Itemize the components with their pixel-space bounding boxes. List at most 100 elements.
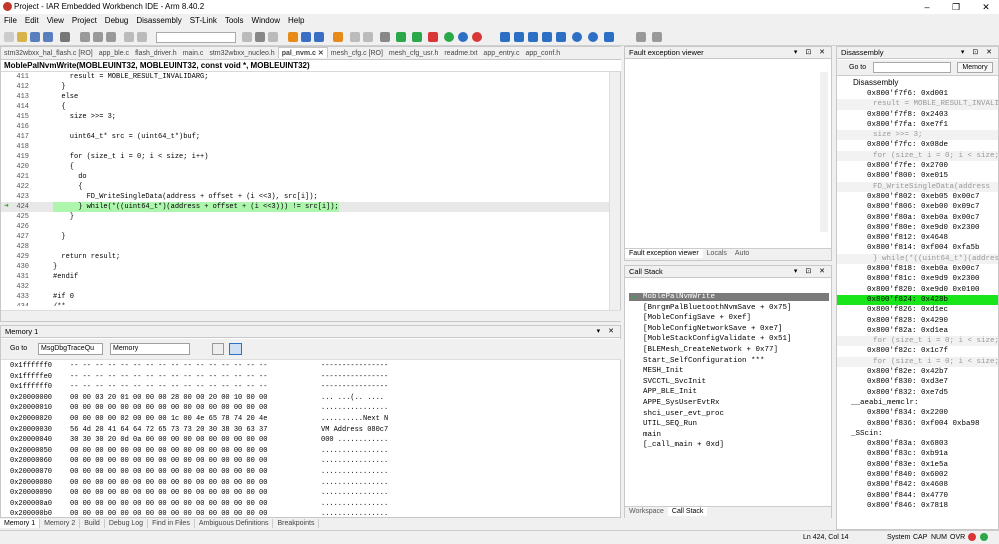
menu-project[interactable]: Project xyxy=(68,14,101,25)
download-debug-icon[interactable] xyxy=(412,32,422,42)
panel-buttons[interactable]: ▾ ⊡ ✕ xyxy=(794,267,828,275)
find-combo[interactable] xyxy=(156,32,236,43)
tab-nucleo[interactable]: stm32wbxx_nucleo.h xyxy=(206,49,277,58)
minimize-button[interactable]: – xyxy=(921,1,933,13)
reset-icon[interactable] xyxy=(458,32,468,42)
disassembly-source-line[interactable]: result = MOBLE_RESULT_INVALIDARG; xyxy=(837,99,998,110)
disassembly-source-line[interactable]: } while(*((uint64_t*)(address xyxy=(837,253,998,265)
function-navigator[interactable]: MoblePalNvmWrite(MOBLEUINT32, MOBLEUINT3… xyxy=(1,60,621,72)
step-out-icon[interactable] xyxy=(528,32,538,42)
call-stack-frame[interactable]: APPE_SysUserEvtRx xyxy=(643,399,720,407)
code-line[interactable]: 423 FD_WriteSingleData(address + offset … xyxy=(1,192,609,202)
menu-disassembly[interactable]: Disassembly xyxy=(132,14,185,25)
code-line[interactable]: 421 do xyxy=(1,172,609,182)
disassembly-instruction[interactable]: 0x800'f83c: 0xb91a xyxy=(837,449,998,459)
disassembly-label[interactable]: _SScin: xyxy=(837,429,998,439)
maximize-button[interactable]: ❐ xyxy=(950,1,962,13)
print-icon[interactable] xyxy=(60,32,70,42)
break-icon[interactable] xyxy=(572,32,582,42)
disassembly-instruction[interactable]: 0x800'f842: 0x4608 xyxy=(837,480,998,490)
build-icon[interactable] xyxy=(380,32,390,42)
tab-flash-driver[interactable]: flash_driver.h xyxy=(132,49,180,58)
code-line[interactable]: 431 #endif xyxy=(1,272,609,282)
code-line[interactable]: 434 /** xyxy=(1,302,609,306)
tab-fault-viewer[interactable]: Fault exception viewer xyxy=(625,249,703,258)
memory-row[interactable]: 0x20000020 00 00 00 00 02 00 00 00 1c 00 … xyxy=(1,414,609,425)
memory-row[interactable]: 0x20000050 00 00 00 00 00 00 00 00 00 00 … xyxy=(1,446,609,457)
run-to-cursor-icon[interactable] xyxy=(556,32,566,42)
disassembly-instruction[interactable]: 0x800'f820: 0xe9d0 0x0100 xyxy=(837,285,998,295)
call-stack-frame[interactable]: MESH_Init xyxy=(643,367,684,375)
call-stack-frame[interactable]: main xyxy=(643,431,661,439)
make-icon[interactable] xyxy=(396,32,406,42)
code-line[interactable]: 420 { xyxy=(1,162,609,172)
find-next-icon[interactable] xyxy=(268,32,278,42)
panel-buttons[interactable]: ▾ ⊡ ✕ xyxy=(961,48,995,56)
call-stack-frame[interactable]: ➜ MoblePalNvmWrite xyxy=(629,293,829,303)
memory-row[interactable]: 0x200000a0 00 00 00 00 00 00 00 00 00 00 … xyxy=(1,499,609,510)
memory-row[interactable]: 0x1ffffff0 -- -- -- -- -- -- -- -- -- -- … xyxy=(1,382,609,393)
bookmark-icon[interactable] xyxy=(288,32,298,42)
cut-icon[interactable] xyxy=(80,32,90,42)
tab-main[interactable]: main.c xyxy=(180,49,207,58)
disassembly-instruction[interactable]: 0x800'f818: 0xeb0a 0x00c7 xyxy=(837,264,998,274)
call-stack-frame[interactable]: [_call_main + 0xd] xyxy=(643,441,724,449)
call-stack-frame[interactable]: [MobleStackConfigValidate + 0x51] xyxy=(643,335,792,343)
code-line[interactable]: 418 xyxy=(1,142,609,152)
disassembly-instruction[interactable]: 0x800'f812: 0x4648 xyxy=(837,233,998,243)
disassembly-instruction[interactable]: 0x800'f834: 0x2200 xyxy=(837,408,998,418)
call-stack-frame[interactable]: [MobleConfigNetworkSave + 0xe7] xyxy=(643,325,783,333)
tab-mesh-cfg[interactable]: mesh_cfg.c [RO] xyxy=(328,49,386,58)
disassembly-instruction[interactable]: 0x800'f844: 0x4770 xyxy=(837,491,998,501)
tab-workspace[interactable]: Workspace xyxy=(625,507,668,516)
tab-locals[interactable]: Locals xyxy=(703,249,731,258)
disassembly-source-line[interactable]: for (size_t i = 0; i < size; i++) xyxy=(837,336,998,347)
fault-scrollbar[interactable] xyxy=(820,72,828,232)
menu-window[interactable]: Window xyxy=(248,14,284,25)
disassembly-instruction[interactable]: 0x800'f7fe: 0x2700 xyxy=(837,161,998,171)
code-line[interactable]: 430} xyxy=(1,262,609,272)
stop-debug-icon[interactable] xyxy=(472,32,482,42)
disassembly-body[interactable]: Disassembly 0x800'f7f6: 0xd001 result = M… xyxy=(837,77,998,529)
code-line[interactable]: 428 xyxy=(1,242,609,252)
memory-row[interactable]: 0x20000030 56 4d 20 41 64 64 72 65 73 73 … xyxy=(1,425,609,436)
code-area[interactable]: 411 result = MOBLE_RESULT_INVALIDARG; 412… xyxy=(1,72,609,306)
disassembly-instruction[interactable]: 0x800'f80e: 0xe9d0 0x2300 xyxy=(837,223,998,233)
panel-buttons[interactable]: ▾ ✕ xyxy=(597,327,617,335)
disassembly-instruction[interactable]: 0x800'f836: 0xf004 0xba98 xyxy=(837,419,998,429)
tab-hal-flash[interactable]: stm32wbxx_hal_flash.c [RO] xyxy=(1,49,96,58)
tab-app-ble[interactable]: app_ble.c xyxy=(96,49,132,58)
search-icon[interactable] xyxy=(255,32,265,42)
tab-pal-nvm[interactable]: pal_nvm.c ✕ xyxy=(277,47,328,58)
memory-row[interactable]: 0x20000040 30 30 30 20 0d 0a 00 00 00 00 … xyxy=(1,435,609,446)
tab-mesh-cfg-usr[interactable]: mesh_cfg_usr.h xyxy=(386,49,441,58)
code-line[interactable]: 416 xyxy=(1,122,609,132)
new-file-icon[interactable] xyxy=(4,32,14,42)
toggle-bookmark-icon[interactable] xyxy=(301,32,311,42)
disassembly-source-line[interactable]: size >>= 3; xyxy=(837,130,998,141)
memory-row[interactable]: 0x1ffffff0 -- -- -- -- -- -- -- -- -- -- … xyxy=(1,361,609,372)
menu-edit[interactable]: Edit xyxy=(21,14,43,25)
menu-view[interactable]: View xyxy=(43,14,68,25)
call-stack-frame[interactable]: UTIL_SEQ_Run xyxy=(643,420,697,428)
nav-forward-icon[interactable] xyxy=(363,32,373,42)
nav-back-icon[interactable] xyxy=(350,32,360,42)
memory-up-icon[interactable] xyxy=(212,343,224,355)
disassembly-instruction[interactable]: 0x800'f826: 0xd1ec xyxy=(837,305,998,315)
memory-row[interactable]: 0x20000070 00 00 00 00 00 00 00 00 00 00 … xyxy=(1,467,609,478)
code-line[interactable]: 429 return result; xyxy=(1,252,609,262)
tab-find-in-files[interactable]: Find in Files xyxy=(148,519,195,528)
close-window-button[interactable]: ✕ xyxy=(980,1,992,13)
code-line[interactable]: 432 xyxy=(1,282,609,292)
memory-live-update-icon[interactable] xyxy=(229,343,242,355)
tab-readme[interactable]: readme.txt xyxy=(441,49,480,58)
memory-row[interactable]: 0x20000080 00 00 00 00 00 00 00 00 00 00 … xyxy=(1,478,609,489)
next-statement-icon[interactable] xyxy=(542,32,552,42)
disassembly-instruction[interactable]: 0x800'f828: 0x4290 xyxy=(837,316,998,326)
code-line[interactable]: 433 #if 0 xyxy=(1,292,609,302)
tab-app-conf[interactable]: app_conf.h xyxy=(522,49,563,58)
menu-tools[interactable]: Tools xyxy=(221,14,248,25)
disassembly-instruction[interactable]: 0x800'f82a: 0xd1ea xyxy=(837,326,998,336)
menu-help[interactable]: Help xyxy=(284,14,308,25)
disassembly-instruction[interactable]: 0x800'f7f6: 0xd001 xyxy=(837,89,998,99)
